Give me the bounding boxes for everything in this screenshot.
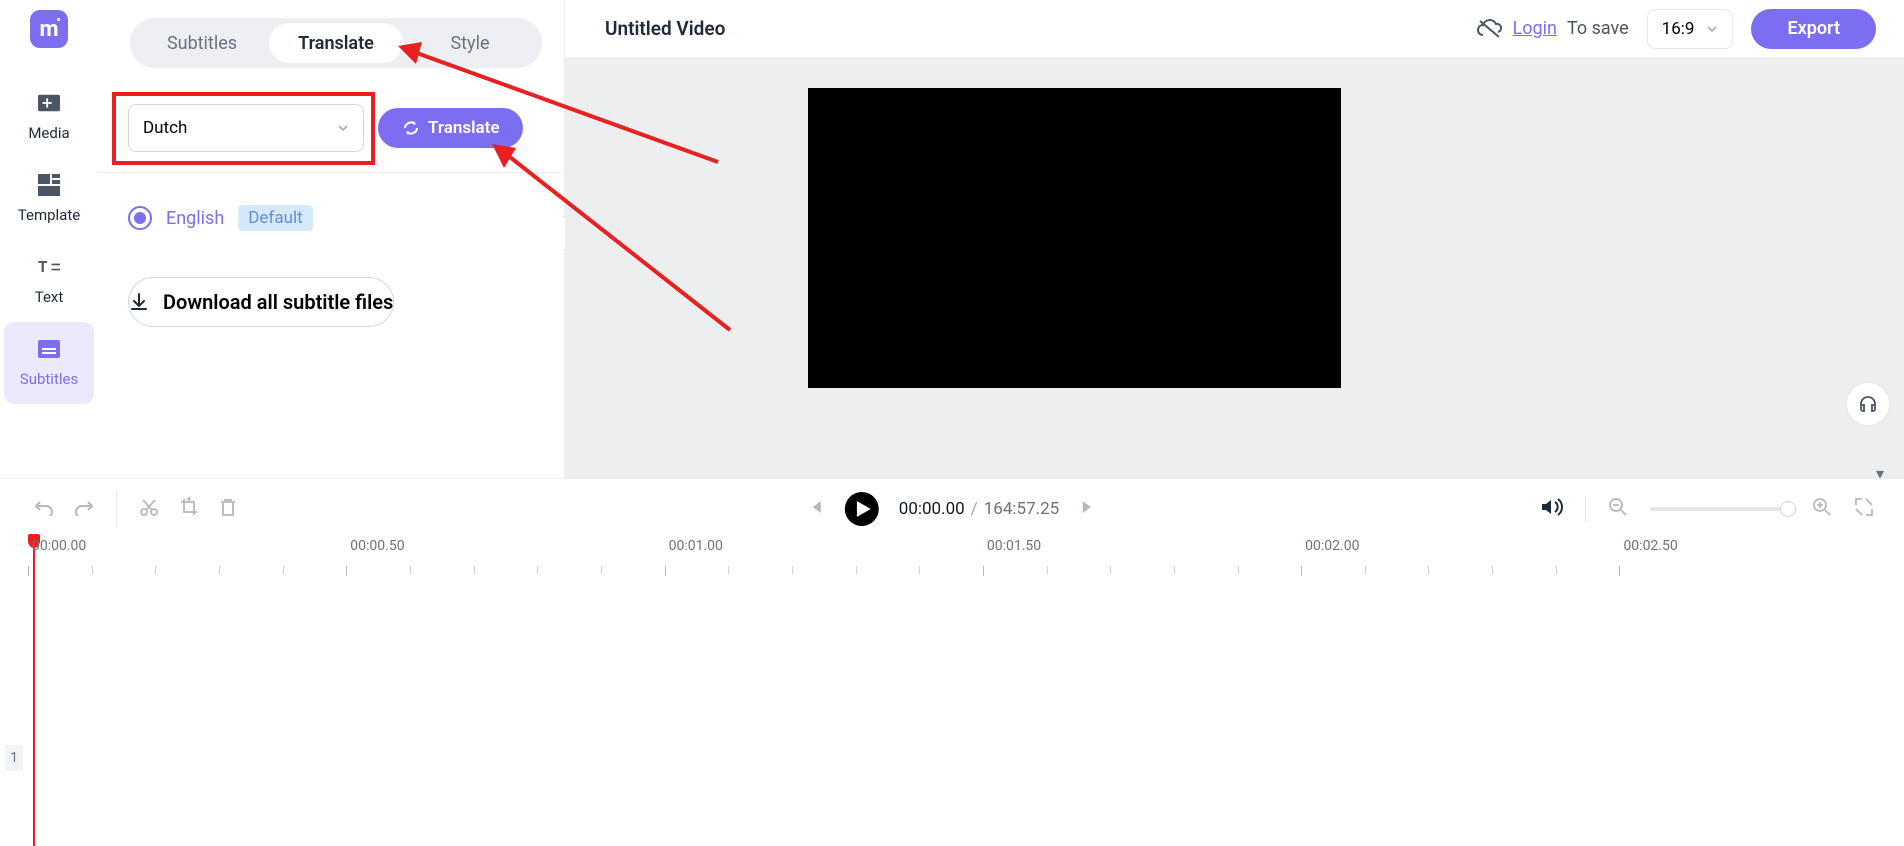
delete-button[interactable] [219, 497, 237, 521]
preview-panel: Untitled Video Login To save 16:9 Export… [565, 0, 1904, 478]
sidebar-item-subtitles[interactable]: Subtitles [4, 322, 94, 404]
time-display: 00:00.00 / 164:57.25 [899, 499, 1059, 519]
ruler-label: 00:00.50 [350, 538, 404, 554]
download-all-button[interactable]: Download all subtitle files [128, 277, 394, 327]
sidebar-item-template[interactable]: Template [4, 158, 94, 240]
time-duration: 164:57.25 [984, 499, 1059, 519]
sidebar-item-text[interactable]: T Text [4, 240, 94, 322]
redo-button[interactable] [74, 498, 94, 520]
track-index: 1 [5, 745, 23, 771]
download-icon [129, 292, 149, 312]
playhead-line [33, 546, 35, 846]
refresh-icon [402, 119, 420, 137]
zoom-out-button[interactable] [1608, 497, 1628, 521]
split-button[interactable] [139, 497, 159, 521]
chevron-down-icon [337, 122, 349, 134]
subtitle-panel: Subtitles Translate Style Dutch Translat… [98, 0, 565, 478]
crop-button[interactable] [179, 497, 199, 521]
sidebar-item-media[interactable]: Media [4, 76, 94, 158]
download-all-label: Download all subtitle files [163, 290, 393, 314]
login-link[interactable]: Login [1513, 18, 1557, 39]
left-sidebar: Media Template T Text Subtitles [0, 0, 98, 478]
ruler-label: 00:01.00 [669, 538, 723, 554]
video-preview[interactable] [808, 88, 1341, 388]
sidebar-item-label: Text [35, 288, 64, 306]
tab-translate[interactable]: Translate [269, 23, 403, 63]
sidebar-item-label: Subtitles [20, 370, 78, 388]
undo-button[interactable] [34, 498, 54, 520]
translate-button-label: Translate [428, 118, 499, 138]
language-row-english[interactable]: English Default [128, 205, 534, 231]
language-select[interactable]: Dutch [128, 104, 364, 152]
zoom-slider-thumb[interactable] [1780, 501, 1796, 517]
tabs-pill: Subtitles Translate Style [130, 18, 542, 68]
svg-text:T: T [38, 258, 48, 276]
chevron-down-icon [1706, 23, 1718, 35]
cloud-off-icon [1477, 18, 1503, 40]
translate-section: Dutch Translate [98, 80, 564, 173]
login-prompt: Login To save [1477, 18, 1629, 40]
text-icon: T [38, 256, 60, 278]
default-badge: Default [238, 205, 312, 231]
translate-button[interactable]: Translate [378, 108, 523, 148]
timeline-ruler[interactable]: 00:00.00 00:00.50 00:01.00 00:01.50 00:02.00… [28, 538, 1890, 578]
export-button[interactable]: Export [1751, 9, 1876, 49]
language-select-value: Dutch [143, 118, 187, 138]
sidebar-item-label: Media [28, 124, 69, 142]
timeline-toolbar: 00:00.00 / 164:57.25 [0, 478, 1904, 538]
zoom-in-button[interactable] [1812, 497, 1832, 521]
zoom-slider[interactable] [1650, 507, 1790, 511]
aspect-ratio-value: 16:9 [1662, 19, 1695, 39]
tab-subtitles[interactable]: Subtitles [135, 23, 269, 63]
sidebar-item-label: Template [18, 206, 80, 224]
play-button[interactable] [845, 492, 879, 526]
project-title[interactable]: Untitled Video [605, 17, 725, 40]
ruler-label: 00:00.00 [32, 538, 86, 554]
language-name: English [166, 208, 224, 229]
time-separator: / [971, 499, 978, 519]
language-list: English Default [98, 173, 564, 231]
volume-button[interactable] [1539, 496, 1563, 522]
player-controls: 00:00.00 / 164:57.25 [807, 492, 1097, 526]
divider [1585, 496, 1586, 522]
tabs-container: Subtitles Translate Style [98, 0, 564, 68]
support-button[interactable] [1846, 382, 1890, 426]
aspect-ratio-select[interactable]: 16:9 [1647, 9, 1734, 49]
template-icon [38, 174, 60, 196]
tab-style[interactable]: Style [403, 23, 537, 63]
headset-icon [1857, 393, 1879, 415]
subtitles-icon [38, 338, 60, 360]
app-logo[interactable] [30, 10, 68, 48]
time-current: 00:00.00 [899, 499, 965, 519]
preview-header: Untitled Video Login To save 16:9 Export [565, 0, 1904, 58]
ruler-label: 00:02.00 [1305, 538, 1359, 554]
expand-toggle[interactable]: ▾ [1876, 464, 1890, 478]
ruler-label: 00:01.50 [987, 538, 1041, 554]
next-frame-button[interactable] [1079, 498, 1097, 520]
fit-button[interactable] [1854, 497, 1874, 521]
prev-frame-button[interactable] [807, 498, 825, 520]
add-media-icon [38, 92, 60, 114]
ruler-label: 00:02.50 [1623, 538, 1677, 554]
radio-selected-icon [128, 206, 152, 230]
to-save-text: To save [1567, 18, 1629, 39]
preview-body: ▾ [565, 58, 1904, 478]
